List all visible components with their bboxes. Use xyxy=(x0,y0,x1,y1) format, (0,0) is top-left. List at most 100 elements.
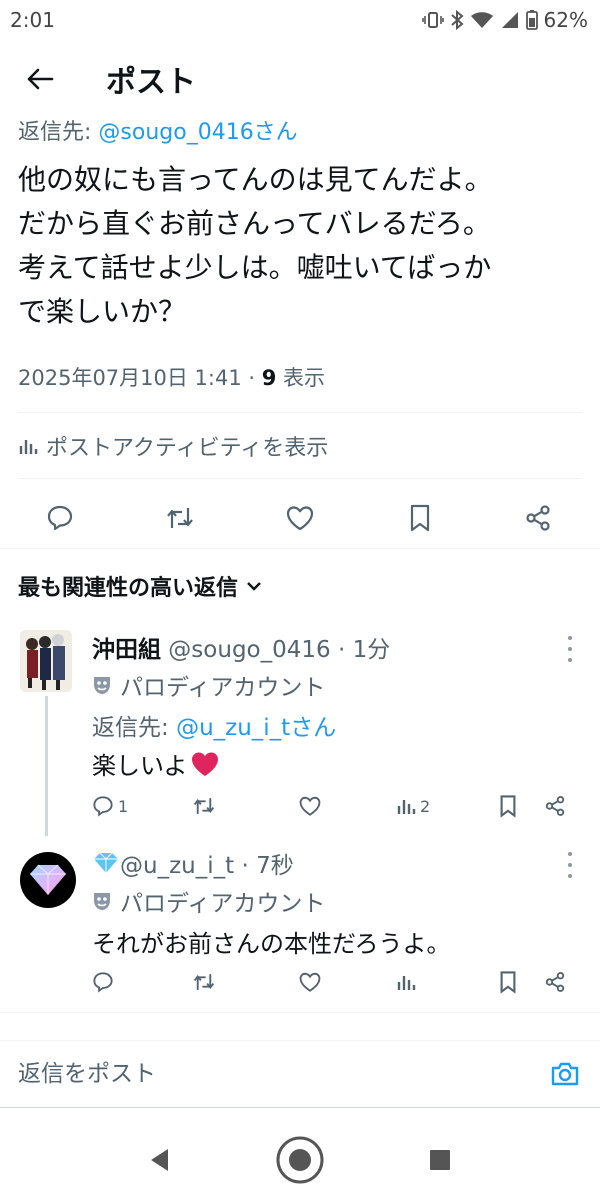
repost-icon xyxy=(193,974,215,990)
like-button[interactable] xyxy=(298,966,322,998)
divider xyxy=(0,548,600,549)
bookmark-button[interactable] xyxy=(498,966,518,998)
nav-home-button[interactable] xyxy=(272,1132,328,1188)
heart-outline-icon xyxy=(299,972,321,992)
reply-to-handle[interactable]: @u_zu_i_tさん xyxy=(176,715,336,741)
post-timestamp: 2025年07月10日 1:41 · xyxy=(18,366,262,390)
sort-replies-dropdown[interactable]: 最も関連性の高い返信 xyxy=(18,570,262,602)
avatar[interactable] xyxy=(20,852,76,908)
reply-input[interactable] xyxy=(18,1061,418,1087)
battery-icon xyxy=(525,10,538,30)
signal-icon xyxy=(501,12,518,28)
view-count: 2 xyxy=(420,796,431,816)
heart-outline-icon xyxy=(286,506,314,531)
app-header: ポスト xyxy=(0,48,600,110)
post-body: 他の奴にも言ってんのは見てんだよ。 だから直ぐお前さんってバレるだろ。 考えて話… xyxy=(18,158,588,334)
share-button[interactable] xyxy=(518,498,558,538)
reply-text: 楽しいよ xyxy=(92,746,220,781)
parody-label: パロディアカウント xyxy=(92,884,325,918)
reply-to-prefix: 返信先: xyxy=(92,715,177,741)
camera-button[interactable] xyxy=(548,1057,582,1091)
analytics-icon xyxy=(19,440,38,454)
more-options-button[interactable] xyxy=(562,852,578,878)
views-count: 9 xyxy=(261,366,277,390)
post-line: 考えて話せよ少しは。嘘吐いてばっか xyxy=(18,251,492,284)
bookmark-button[interactable] xyxy=(400,498,440,538)
avatar[interactable] xyxy=(20,630,72,692)
parody-label: パロディアカウント xyxy=(92,668,325,702)
reply-author[interactable]: 沖田組 @sougo_0416 · 1分 xyxy=(92,630,390,664)
nav-back-button[interactable] xyxy=(132,1132,188,1188)
post-meta: 2025年07月10日 1:41 · 9 表示 xyxy=(18,362,325,392)
analytics-icon xyxy=(397,800,416,814)
reply-text: それがお前さんの本性だろうよ。 xyxy=(92,930,451,958)
post-line: 他の奴にも言ってんのは見てんだよ。 xyxy=(18,163,493,196)
views-label: 表示 xyxy=(276,366,326,390)
gem-emoji-icon xyxy=(94,852,118,873)
anime-group-avatar-icon xyxy=(20,630,72,692)
divider xyxy=(18,412,582,413)
reply-icon xyxy=(93,796,113,817)
reply-action-bar: 1 2 xyxy=(92,790,588,822)
page-title: ポスト xyxy=(106,65,196,100)
share-button[interactable] xyxy=(544,966,566,998)
more-options-button[interactable] xyxy=(562,636,578,662)
bookmark-button[interactable] xyxy=(498,790,518,822)
reply-text-body: 楽しいよ xyxy=(92,752,188,780)
parody-label-text: パロディアカウント xyxy=(120,891,326,917)
mask-icon xyxy=(94,893,110,910)
reply-icon xyxy=(47,505,73,531)
home-circle-icon xyxy=(276,1136,324,1184)
reply-action-bar xyxy=(92,966,588,998)
views-button[interactable]: 2 xyxy=(396,790,430,822)
vibrate-icon xyxy=(421,12,444,28)
parody-label-text: パロディアカウント xyxy=(120,675,326,701)
reply-button[interactable] xyxy=(40,498,80,538)
reply-author-name: 沖田組 xyxy=(92,637,161,663)
post-activity-link[interactable]: ポストアクティビティを表示 xyxy=(18,430,328,462)
status-icons: 62% xyxy=(421,8,588,32)
reply-author-meta: @sougo_0416 · 1分 xyxy=(161,637,391,663)
reply-button[interactable] xyxy=(92,966,114,998)
divider xyxy=(18,478,582,479)
divider xyxy=(0,1012,600,1013)
thread-line xyxy=(45,696,48,836)
like-button[interactable] xyxy=(280,498,320,538)
sort-label: 最も関連性の高い返信 xyxy=(18,576,239,601)
reply-to-handle[interactable]: @sougo_0416さん xyxy=(98,120,297,145)
bookmark-icon xyxy=(500,795,516,818)
reply-author[interactable]: @u_zu_i_t · 7秒 xyxy=(92,846,294,880)
repost-icon xyxy=(167,508,193,528)
share-button[interactable] xyxy=(544,790,566,822)
bluetooth-icon xyxy=(450,10,464,30)
heart-outline-icon xyxy=(299,796,321,816)
wifi-icon xyxy=(470,12,493,28)
bookmark-icon xyxy=(500,971,516,994)
reply-reply-to: 返信先: @u_zu_i_tさん xyxy=(92,708,336,742)
reply-icon xyxy=(93,972,113,993)
diamond-avatar-icon xyxy=(30,864,66,895)
repost-button[interactable] xyxy=(192,966,216,998)
camera-icon xyxy=(551,1062,579,1086)
post-line: だから直ぐお前さんってバレるだろ。 xyxy=(18,207,491,240)
reply-button[interactable]: 1 xyxy=(92,790,128,822)
system-nav-bar xyxy=(0,1120,600,1200)
repost-button[interactable] xyxy=(192,790,216,822)
triangle-back-icon xyxy=(151,1149,168,1171)
chevron-down-icon xyxy=(247,582,261,591)
reply-composer xyxy=(0,1040,600,1108)
post-action-bar xyxy=(0,492,600,538)
repost-icon xyxy=(193,798,215,814)
nav-recents-button[interactable] xyxy=(412,1132,468,1188)
like-button[interactable] xyxy=(298,790,322,822)
post-line: で楽しいか？ xyxy=(18,295,187,328)
arrow-left-icon xyxy=(27,68,54,90)
activity-label: ポストアクティビティを表示 xyxy=(46,436,329,461)
post-reply-to: 返信先: @sougo_0416さん xyxy=(18,114,298,146)
views-button[interactable] xyxy=(396,966,416,998)
repost-button[interactable] xyxy=(160,498,200,538)
back-button[interactable] xyxy=(0,48,80,110)
square-recents-icon xyxy=(430,1150,450,1170)
share-icon xyxy=(545,796,565,816)
reply-author-meta: @u_zu_i_t · 7秒 xyxy=(120,853,294,879)
